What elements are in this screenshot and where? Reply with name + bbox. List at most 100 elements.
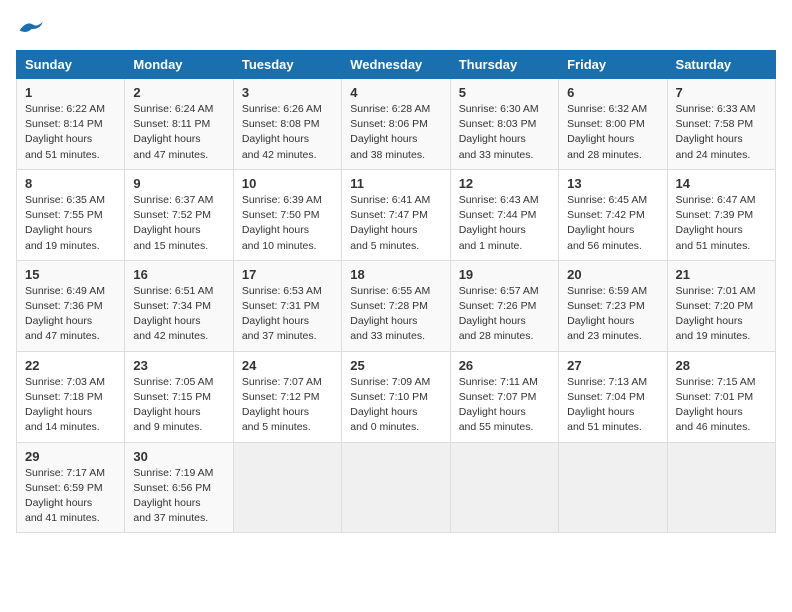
day-info: Sunrise: 7:01 AM Sunset: 7:20 PM Dayligh… bbox=[676, 284, 767, 345]
day-info: Sunrise: 6:28 AM Sunset: 8:06 PM Dayligh… bbox=[350, 102, 441, 163]
day-info: Sunrise: 7:19 AM Sunset: 6:56 PM Dayligh… bbox=[133, 466, 224, 527]
day-info: Sunrise: 6:49 AM Sunset: 7:36 PM Dayligh… bbox=[25, 284, 116, 345]
calendar-day-1: 1 Sunrise: 6:22 AM Sunset: 8:14 PM Dayli… bbox=[17, 79, 125, 170]
logo bbox=[16, 16, 44, 38]
day-info: Sunrise: 6:43 AM Sunset: 7:44 PM Dayligh… bbox=[459, 193, 550, 254]
calendar-day-13: 13 Sunrise: 6:45 AM Sunset: 7:42 PM Dayl… bbox=[559, 169, 667, 260]
calendar-day-22: 22 Sunrise: 7:03 AM Sunset: 7:18 PM Dayl… bbox=[17, 351, 125, 442]
day-info: Sunrise: 6:39 AM Sunset: 7:50 PM Dayligh… bbox=[242, 193, 333, 254]
day-info: Sunrise: 6:32 AM Sunset: 8:00 PM Dayligh… bbox=[567, 102, 658, 163]
calendar-day-3: 3 Sunrise: 6:26 AM Sunset: 8:08 PM Dayli… bbox=[233, 79, 341, 170]
calendar-day-12: 12 Sunrise: 6:43 AM Sunset: 7:44 PM Dayl… bbox=[450, 169, 558, 260]
calendar-day-29: 29 Sunrise: 7:17 AM Sunset: 6:59 PM Dayl… bbox=[17, 442, 125, 533]
day-number: 17 bbox=[242, 267, 333, 282]
day-number: 23 bbox=[133, 358, 224, 373]
calendar-day-18: 18 Sunrise: 6:55 AM Sunset: 7:28 PM Dayl… bbox=[342, 260, 450, 351]
calendar-day-10: 10 Sunrise: 6:39 AM Sunset: 7:50 PM Dayl… bbox=[233, 169, 341, 260]
calendar-week-row: 15 Sunrise: 6:49 AM Sunset: 7:36 PM Dayl… bbox=[17, 260, 776, 351]
day-number: 18 bbox=[350, 267, 441, 282]
day-info: Sunrise: 6:33 AM Sunset: 7:58 PM Dayligh… bbox=[676, 102, 767, 163]
calendar-day-11: 11 Sunrise: 6:41 AM Sunset: 7:47 PM Dayl… bbox=[342, 169, 450, 260]
day-number: 2 bbox=[133, 85, 224, 100]
calendar-day-19: 19 Sunrise: 6:57 AM Sunset: 7:26 PM Dayl… bbox=[450, 260, 558, 351]
day-number: 21 bbox=[676, 267, 767, 282]
calendar-day-30: 30 Sunrise: 7:19 AM Sunset: 6:56 PM Dayl… bbox=[125, 442, 233, 533]
calendar-day-8: 8 Sunrise: 6:35 AM Sunset: 7:55 PM Dayli… bbox=[17, 169, 125, 260]
day-info: Sunrise: 7:09 AM Sunset: 7:10 PM Dayligh… bbox=[350, 375, 441, 436]
calendar-week-row: 22 Sunrise: 7:03 AM Sunset: 7:18 PM Dayl… bbox=[17, 351, 776, 442]
day-info: Sunrise: 7:15 AM Sunset: 7:01 PM Dayligh… bbox=[676, 375, 767, 436]
day-info: Sunrise: 6:26 AM Sunset: 8:08 PM Dayligh… bbox=[242, 102, 333, 163]
day-number: 7 bbox=[676, 85, 767, 100]
calendar-day-5: 5 Sunrise: 6:30 AM Sunset: 8:03 PM Dayli… bbox=[450, 79, 558, 170]
calendar-week-row: 29 Sunrise: 7:17 AM Sunset: 6:59 PM Dayl… bbox=[17, 442, 776, 533]
calendar-day-4: 4 Sunrise: 6:28 AM Sunset: 8:06 PM Dayli… bbox=[342, 79, 450, 170]
calendar-day-24: 24 Sunrise: 7:07 AM Sunset: 7:12 PM Dayl… bbox=[233, 351, 341, 442]
calendar-day-28: 28 Sunrise: 7:15 AM Sunset: 7:01 PM Dayl… bbox=[667, 351, 775, 442]
day-number: 22 bbox=[25, 358, 116, 373]
day-number: 11 bbox=[350, 176, 441, 191]
calendar-day-empty bbox=[342, 442, 450, 533]
day-info: Sunrise: 6:22 AM Sunset: 8:14 PM Dayligh… bbox=[25, 102, 116, 163]
day-info: Sunrise: 6:45 AM Sunset: 7:42 PM Dayligh… bbox=[567, 193, 658, 254]
day-number: 5 bbox=[459, 85, 550, 100]
header-monday: Monday bbox=[125, 51, 233, 79]
header-saturday: Saturday bbox=[667, 51, 775, 79]
day-info: Sunrise: 6:30 AM Sunset: 8:03 PM Dayligh… bbox=[459, 102, 550, 163]
day-number: 24 bbox=[242, 358, 333, 373]
calendar-day-26: 26 Sunrise: 7:11 AM Sunset: 7:07 PM Dayl… bbox=[450, 351, 558, 442]
day-number: 20 bbox=[567, 267, 658, 282]
calendar-day-25: 25 Sunrise: 7:09 AM Sunset: 7:10 PM Dayl… bbox=[342, 351, 450, 442]
header-thursday: Thursday bbox=[450, 51, 558, 79]
day-info: Sunrise: 6:53 AM Sunset: 7:31 PM Dayligh… bbox=[242, 284, 333, 345]
day-number: 3 bbox=[242, 85, 333, 100]
day-number: 13 bbox=[567, 176, 658, 191]
day-number: 28 bbox=[676, 358, 767, 373]
calendar-day-empty bbox=[667, 442, 775, 533]
day-info: Sunrise: 7:05 AM Sunset: 7:15 PM Dayligh… bbox=[133, 375, 224, 436]
day-info: Sunrise: 7:13 AM Sunset: 7:04 PM Dayligh… bbox=[567, 375, 658, 436]
day-number: 27 bbox=[567, 358, 658, 373]
calendar-day-empty bbox=[559, 442, 667, 533]
logo-bird-icon bbox=[16, 16, 44, 38]
day-info: Sunrise: 7:11 AM Sunset: 7:07 PM Dayligh… bbox=[459, 375, 550, 436]
calendar-week-row: 1 Sunrise: 6:22 AM Sunset: 8:14 PM Dayli… bbox=[17, 79, 776, 170]
calendar-day-7: 7 Sunrise: 6:33 AM Sunset: 7:58 PM Dayli… bbox=[667, 79, 775, 170]
calendar-table: Sunday Monday Tuesday Wednesday Thursday… bbox=[16, 50, 776, 533]
day-info: Sunrise: 6:37 AM Sunset: 7:52 PM Dayligh… bbox=[133, 193, 224, 254]
calendar-day-20: 20 Sunrise: 6:59 AM Sunset: 7:23 PM Dayl… bbox=[559, 260, 667, 351]
calendar-day-9: 9 Sunrise: 6:37 AM Sunset: 7:52 PM Dayli… bbox=[125, 169, 233, 260]
day-number: 14 bbox=[676, 176, 767, 191]
day-number: 30 bbox=[133, 449, 224, 464]
calendar-week-row: 8 Sunrise: 6:35 AM Sunset: 7:55 PM Dayli… bbox=[17, 169, 776, 260]
day-info: Sunrise: 7:17 AM Sunset: 6:59 PM Dayligh… bbox=[25, 466, 116, 527]
day-number: 8 bbox=[25, 176, 116, 191]
day-number: 10 bbox=[242, 176, 333, 191]
day-info: Sunrise: 6:59 AM Sunset: 7:23 PM Dayligh… bbox=[567, 284, 658, 345]
day-info: Sunrise: 6:55 AM Sunset: 7:28 PM Dayligh… bbox=[350, 284, 441, 345]
calendar-day-2: 2 Sunrise: 6:24 AM Sunset: 8:11 PM Dayli… bbox=[125, 79, 233, 170]
calendar-day-23: 23 Sunrise: 7:05 AM Sunset: 7:15 PM Dayl… bbox=[125, 351, 233, 442]
calendar-day-6: 6 Sunrise: 6:32 AM Sunset: 8:00 PM Dayli… bbox=[559, 79, 667, 170]
header-sunday: Sunday bbox=[17, 51, 125, 79]
day-number: 6 bbox=[567, 85, 658, 100]
calendar-day-15: 15 Sunrise: 6:49 AM Sunset: 7:36 PM Dayl… bbox=[17, 260, 125, 351]
calendar-day-empty bbox=[450, 442, 558, 533]
header-tuesday: Tuesday bbox=[233, 51, 341, 79]
day-number: 16 bbox=[133, 267, 224, 282]
weekday-header-row: Sunday Monday Tuesday Wednesday Thursday… bbox=[17, 51, 776, 79]
day-info: Sunrise: 7:03 AM Sunset: 7:18 PM Dayligh… bbox=[25, 375, 116, 436]
day-number: 19 bbox=[459, 267, 550, 282]
calendar-day-17: 17 Sunrise: 6:53 AM Sunset: 7:31 PM Dayl… bbox=[233, 260, 341, 351]
day-info: Sunrise: 6:47 AM Sunset: 7:39 PM Dayligh… bbox=[676, 193, 767, 254]
calendar-day-16: 16 Sunrise: 6:51 AM Sunset: 7:34 PM Dayl… bbox=[125, 260, 233, 351]
calendar-day-14: 14 Sunrise: 6:47 AM Sunset: 7:39 PM Dayl… bbox=[667, 169, 775, 260]
page-header bbox=[16, 16, 776, 38]
header-friday: Friday bbox=[559, 51, 667, 79]
day-info: Sunrise: 6:35 AM Sunset: 7:55 PM Dayligh… bbox=[25, 193, 116, 254]
day-number: 9 bbox=[133, 176, 224, 191]
header-wednesday: Wednesday bbox=[342, 51, 450, 79]
day-info: Sunrise: 6:41 AM Sunset: 7:47 PM Dayligh… bbox=[350, 193, 441, 254]
day-info: Sunrise: 6:51 AM Sunset: 7:34 PM Dayligh… bbox=[133, 284, 224, 345]
day-number: 1 bbox=[25, 85, 116, 100]
